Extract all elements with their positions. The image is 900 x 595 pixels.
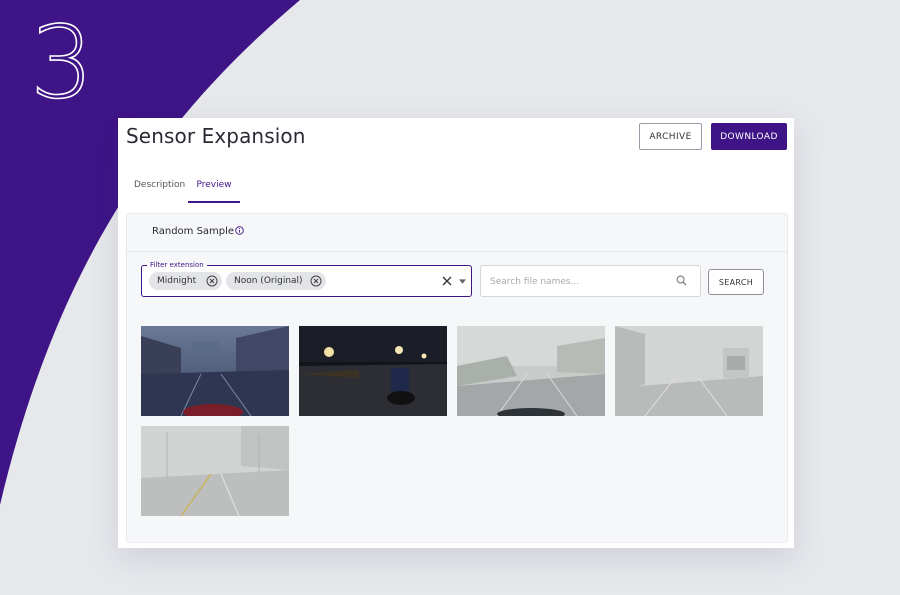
search-icon[interactable] [676, 275, 687, 286]
panel-header: Random Sample [127, 214, 787, 252]
filter-extension-label: Filter extension [147, 260, 207, 270]
search-field [480, 265, 701, 297]
filter-extension-select[interactable]: Filter extension Midnight Noon (Original… [141, 260, 472, 297]
sample-image-thumbnail[interactable] [299, 326, 447, 416]
random-sample-label: Random Sample [152, 226, 235, 237]
chip-noon-original: Noon (Original) [226, 272, 326, 290]
tab-preview[interactable]: Preview [188, 180, 240, 203]
sample-image-thumbnail[interactable] [457, 326, 605, 416]
caret-down-icon[interactable] [459, 279, 466, 284]
sample-image-thumbnail[interactable] [141, 426, 289, 516]
page-title: Sensor Expansion [126, 124, 306, 148]
sample-image-thumbnail[interactable] [615, 326, 763, 416]
search-input[interactable] [488, 273, 672, 291]
archive-button[interactable]: ARCHIVE [639, 123, 702, 150]
close-circle-icon[interactable] [310, 275, 322, 287]
close-icon[interactable] [442, 276, 452, 286]
info-circle-icon[interactable] [235, 226, 244, 235]
search-button[interactable]: SEARCH [708, 269, 764, 295]
sample-image-thumbnail[interactable] [141, 326, 289, 416]
chip-label: Midnight [157, 276, 197, 286]
chip-midnight: Midnight [149, 272, 222, 290]
step-number: 3 [29, 4, 94, 121]
tab-description[interactable]: Description [134, 180, 185, 201]
close-circle-icon[interactable] [206, 275, 218, 287]
dataset-card: Sensor Expansion ARCHIVE DOWNLOAD Descri… [118, 118, 794, 548]
preview-panel: Random Sample Filter extension Midnight … [126, 213, 788, 543]
chip-label: Noon (Original) [234, 276, 303, 286]
download-button[interactable]: DOWNLOAD [711, 123, 787, 150]
